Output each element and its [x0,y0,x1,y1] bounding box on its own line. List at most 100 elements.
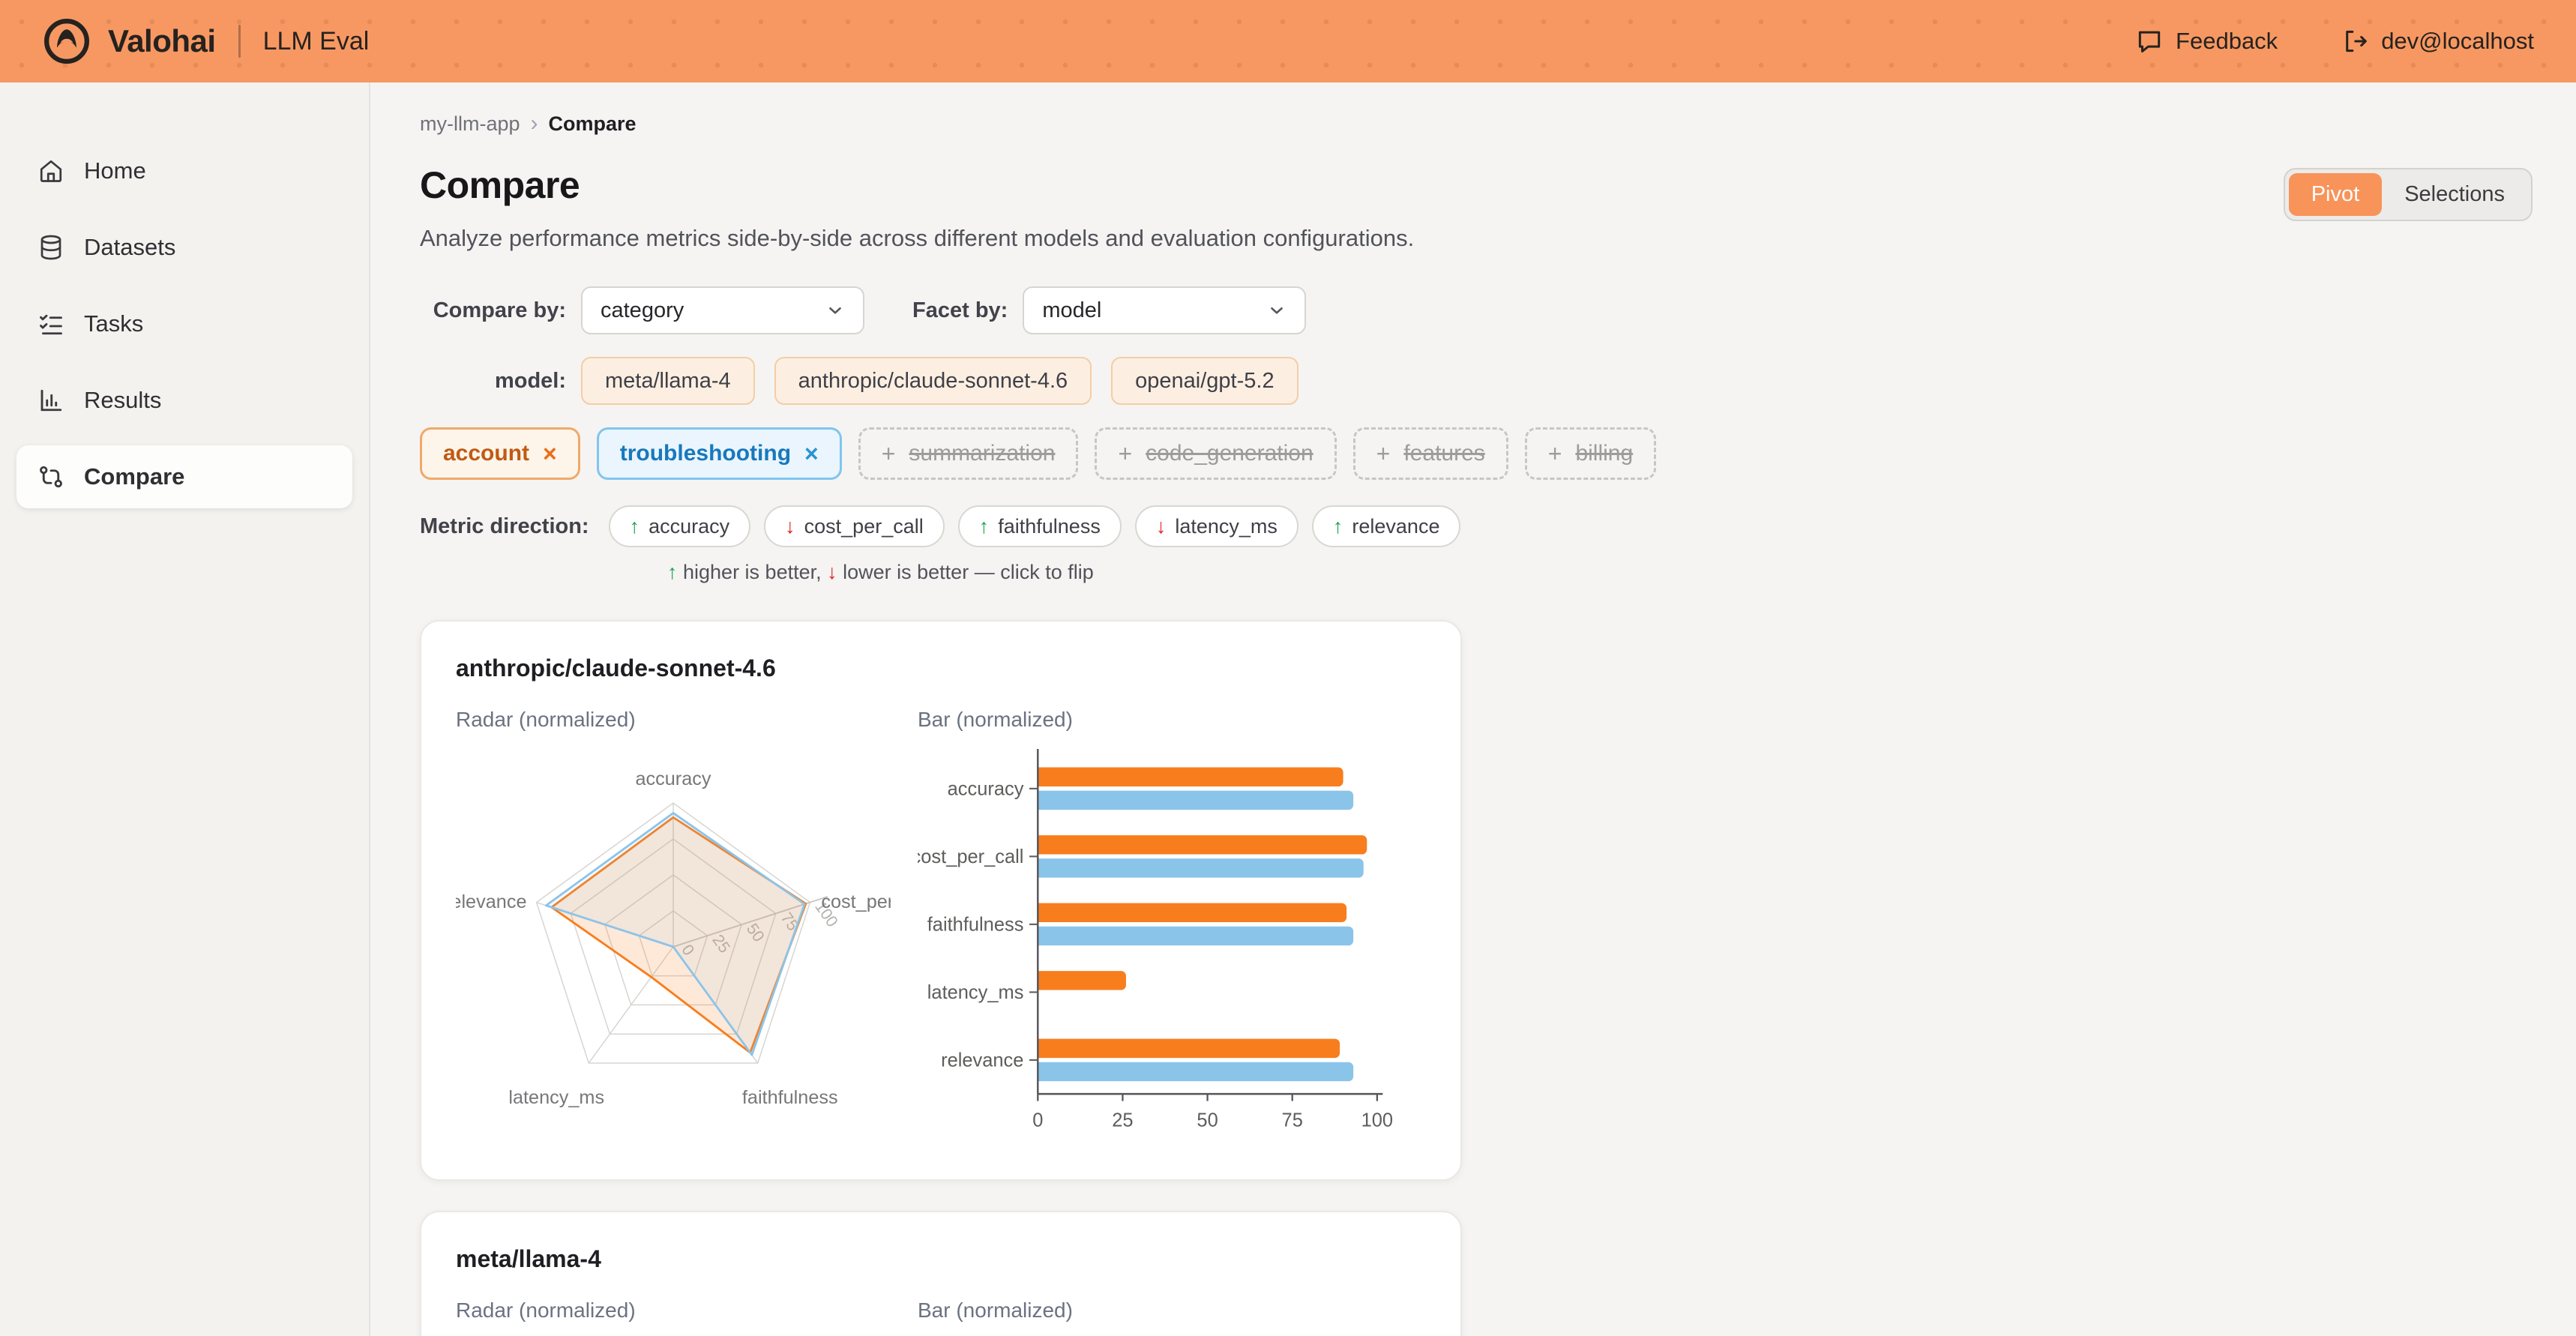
radar-chart: 0255075100accuracycost_per_callfaithfuln… [456,736,891,1143]
model-chip[interactable]: meta/llama-4 [581,357,755,405]
category-chip-label: code_generation [1146,441,1313,466]
home-icon [37,157,64,184]
model-chip[interactable]: anthropic/claude-sonnet-4.6 [774,357,1092,405]
sidebar-item-compare[interactable]: Compare [16,445,352,508]
remove-category-icon[interactable]: × [804,442,819,466]
sidebar-item-home[interactable]: Home [16,139,352,202]
metric-direction-chip-relevance[interactable]: ↑ relevance [1312,505,1461,547]
add-category-icon: + [1548,440,1562,468]
compare-by-value: category [601,298,684,323]
svg-text:relevance: relevance [456,891,526,912]
category-chip-label: account [443,441,529,466]
category-chip-label: troubleshooting [620,441,791,466]
category-chip-label: billing [1575,441,1633,466]
app-header: Valohai LLM Eval Feedback dev@localhost [0,0,2576,82]
valohai-logo-icon [42,16,91,66]
selections-tab[interactable]: Selections [2382,173,2527,216]
model-facet-card: anthropic/claude-sonnet-4.6 Radar (norma… [420,620,1462,1181]
database-icon [37,234,64,261]
chevron-down-icon [1267,301,1287,320]
svg-text:0: 0 [1032,1110,1043,1131]
sidebar-item-tasks[interactable]: Tasks [16,292,352,355]
svg-text:faithfulness: faithfulness [742,1087,838,1108]
metric-direction-chip-latency_ms[interactable]: ↓ latency_ms [1135,505,1298,547]
category-chips: account × troubleshooting × + summarization + c… [420,427,2533,480]
model-facet-card: meta/llama-4 Radar (normalized) 02550751… [420,1211,1462,1336]
remove-category-icon[interactable]: × [543,442,557,466]
facet-by-label: Facet by: [912,298,1008,323]
bar-section-label: Bar (normalized) [918,708,1412,732]
sidebar-item-label: Tasks [84,310,143,337]
bar-section-label: Bar (normalized) [918,1299,1412,1323]
category-chip-billing[interactable]: + billing [1525,427,1656,480]
svg-text:latency_ms: latency_ms [927,982,1024,1003]
header-divider [238,25,241,58]
category-chip-features[interactable]: + features [1353,427,1508,480]
metric-chip-label: relevance [1352,515,1439,538]
metric-direction-chip-cost_per_call[interactable]: ↓cost_per_call [764,505,945,547]
add-category-icon: + [882,440,896,468]
radar-chart: 0255075100accuracycost_per_callfaithfuln… [456,1327,891,1336]
svg-text:latency_ms: latency_ms [508,1087,604,1108]
feedback-button[interactable]: Feedback [2135,27,2278,55]
down-arrow-icon: ↓ [827,561,837,583]
sidebar-item-results[interactable]: Results [16,369,352,432]
metric-direction-chip-faithfulness[interactable]: ↑ faithfulness [958,505,1122,547]
metric-direction-chip-accuracy[interactable]: ↑ accuracy [609,505,751,547]
pivot-tab[interactable]: Pivot [2289,173,2382,216]
compare-icon [37,463,64,490]
category-chip-label: summarization [909,441,1055,466]
feedback-label: Feedback [2176,28,2278,55]
facet-by-select[interactable]: model [1023,286,1306,334]
category-chip-label: features [1403,441,1484,466]
page-subtitle: Analyze performance metrics side-by-side… [420,225,1414,252]
feedback-bubble-icon [2135,27,2164,55]
category-chip-account[interactable]: account × [420,427,580,480]
sidebar-item-label: Datasets [84,234,175,261]
up-arrow-icon: ↑ [1333,515,1343,538]
main-content: my-llm-app › Compare Compare Analyze per… [370,82,2576,1336]
svg-text:25: 25 [1112,1110,1133,1131]
metric-chip-label: latency_ms [1175,515,1278,538]
metric-direction-label: Metric direction: [420,514,589,539]
results-chart-icon [37,387,64,414]
card-model-title: anthropic/claude-sonnet-4.6 [456,655,1426,682]
svg-text:cost_per_call: cost_per_call [918,846,1023,867]
facet-values-label: model: [420,369,566,394]
radar-section-label: Radar (normalized) [456,1299,891,1323]
sidebar: Home Datasets Tasks Results Compare [0,82,370,1336]
breadcrumb-parent[interactable]: my-llm-app [420,112,520,136]
add-category-icon: + [1118,440,1132,468]
user-menu[interactable]: dev@localhost [2341,27,2534,55]
bar-chart: accuracycost_per_callfaithfulnesslatency… [918,1327,1412,1336]
facet-cards-grid: anthropic/claude-sonnet-4.6 Radar (norma… [420,620,2533,1336]
down-arrow-icon: ↓ [1156,515,1167,538]
svg-text:faithfulness: faithfulness [927,914,1024,935]
svg-text:100: 100 [1361,1110,1393,1131]
view-toggle: Pivot Selections [2284,168,2533,221]
svg-text:50: 50 [1197,1110,1218,1131]
sidebar-item-datasets[interactable]: Datasets [16,216,352,279]
add-category-icon: + [1376,440,1391,468]
up-arrow-icon: ↑ [630,515,640,538]
sidebar-item-label: Compare [84,463,184,490]
tasks-icon [37,310,64,337]
compare-by-select[interactable]: category [581,286,864,334]
metric-chip-label: accuracy [648,515,729,538]
category-chip-summarization[interactable]: + summarization [858,427,1079,480]
card-model-title: meta/llama-4 [456,1245,1426,1273]
model-chip[interactable]: openai/gpt-5.2 [1111,357,1298,405]
radar-section-label: Radar (normalized) [456,708,891,732]
metric-chip-label: faithfulness [998,515,1101,538]
app-name: LLM Eval [263,27,370,56]
breadcrumb: my-llm-app › Compare [420,111,2533,136]
category-chip-troubleshooting[interactable]: troubleshooting × [597,427,842,480]
page-title: Compare [420,163,1414,207]
chevron-down-icon [825,301,845,320]
up-arrow-icon: ↑ [979,515,990,538]
svg-text:cost_per_call: cost_per_call [821,891,891,912]
up-arrow-icon: ↑ [667,561,678,583]
breadcrumb-current: Compare [549,112,637,136]
metric-chip-label: cost_per_call [804,515,924,538]
category-chip-code_generation[interactable]: + code_generation [1095,427,1336,480]
